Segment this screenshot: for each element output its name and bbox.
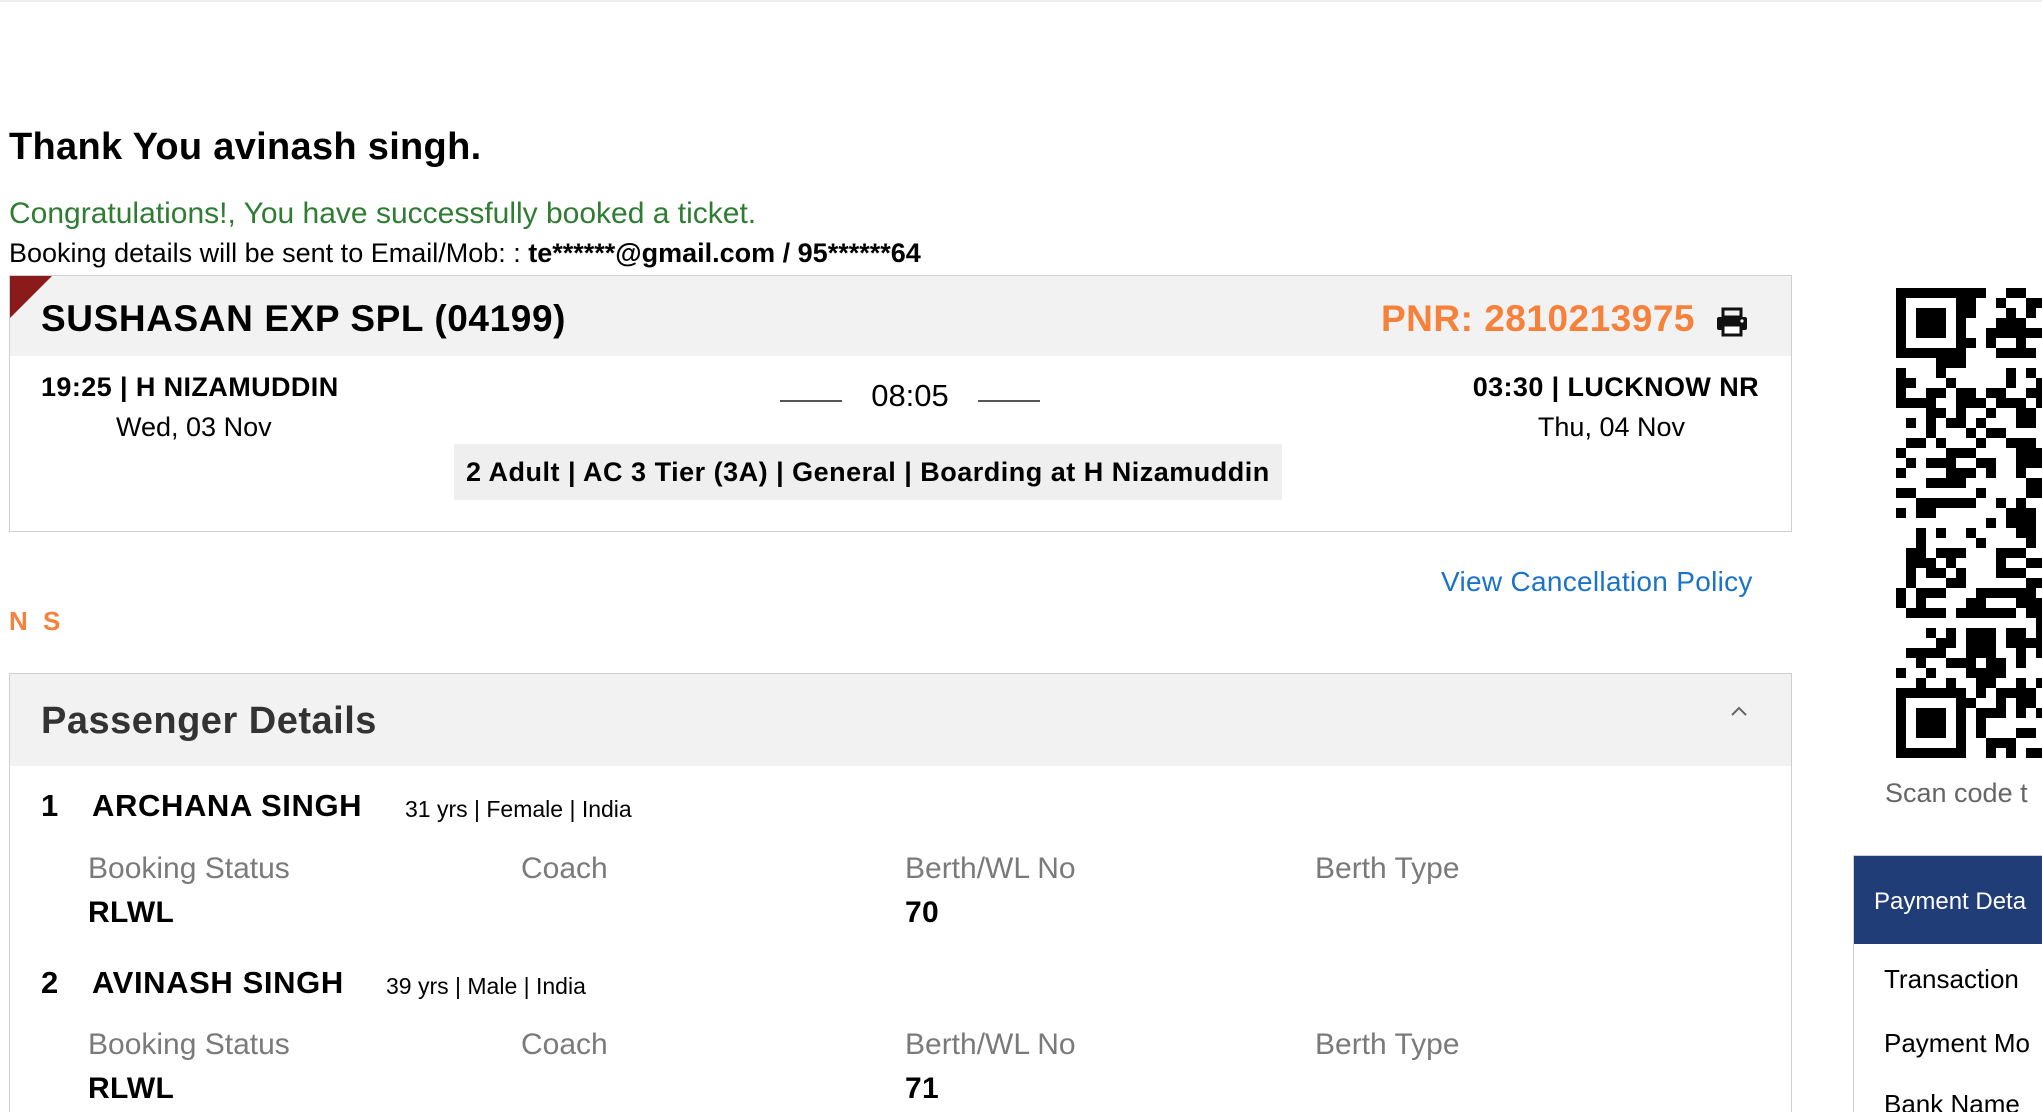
qr-caption: Scan code t bbox=[1885, 778, 2028, 808]
train-name: SUSHASAN EXP SPL (04199) bbox=[41, 298, 567, 339]
ns-label: N S bbox=[9, 606, 65, 636]
greeting-heading: Thank You avinash singh. bbox=[9, 126, 482, 168]
journey-duration: 08:05 bbox=[780, 378, 1040, 418]
journey-card: SUSHASAN EXP SPL (04199) PNR: 2810213975… bbox=[9, 275, 1792, 532]
passenger-details-card: Passenger Details 1 ARCHANA SINGH 31 yrs… bbox=[9, 673, 1792, 1112]
booking-status-label: Booking Status bbox=[88, 852, 290, 885]
payment-row-mode: Payment Mo bbox=[1884, 1028, 2030, 1058]
contact-prefix: Booking details will be sent to Email/Mo… bbox=[9, 238, 529, 268]
berth-wl-value: 70 bbox=[905, 896, 939, 929]
booking-status-value: RLWL bbox=[88, 896, 175, 929]
passenger-name: ARCHANA SINGH bbox=[92, 788, 363, 823]
passenger-name: AVINASH SINGH bbox=[92, 965, 344, 1000]
berth-wl-value: 71 bbox=[905, 1072, 939, 1105]
berth-type-label: Berth Type bbox=[1315, 1028, 1460, 1061]
passenger-meta: 39 yrs | Male | India bbox=[386, 973, 586, 999]
success-message: Congratulations!, You have successfully … bbox=[9, 197, 757, 230]
print-icon[interactable] bbox=[1715, 306, 1749, 338]
arrival-time: 03:30 | LUCKNOW NR bbox=[1472, 372, 1759, 402]
pnr-number: PNR: 2810213975 bbox=[1381, 298, 1695, 339]
passenger-number: 1 bbox=[41, 788, 59, 823]
payment-row-transaction: Transaction bbox=[1884, 964, 2019, 994]
chevron-up-icon[interactable] bbox=[1729, 704, 1749, 718]
qr-code-icon bbox=[1896, 288, 2042, 758]
berth-type-label: Berth Type bbox=[1315, 852, 1460, 885]
departure-time: 19:25 | H NIZAMUDDIN bbox=[41, 372, 339, 402]
passenger-number: 2 bbox=[41, 965, 59, 1000]
passenger-details-title: Passenger Details bbox=[41, 700, 377, 742]
coach-label: Coach bbox=[521, 1028, 608, 1061]
journey-header: SUSHASAN EXP SPL (04199) PNR: 2810213975 bbox=[10, 276, 1791, 356]
top-divider bbox=[0, 0, 2042, 2]
contact-value: te******@gmail.com / 95******64 bbox=[528, 238, 921, 268]
berth-wl-label: Berth/WL No bbox=[905, 1028, 1076, 1061]
booking-status-label: Booking Status bbox=[88, 1028, 290, 1061]
journey-summary: 2 Adult | AC 3 Tier (3A) | General | Boa… bbox=[454, 444, 1282, 500]
coach-label: Coach bbox=[521, 852, 608, 885]
duration-line-right bbox=[978, 400, 1040, 402]
booking-status-value: RLWL bbox=[88, 1072, 175, 1105]
payment-details-title: Payment Deta bbox=[1874, 888, 2027, 915]
view-cancellation-policy-link[interactable]: View Cancellation Policy bbox=[1441, 566, 1753, 598]
contact-info: Booking details will be sent to Email/Mo… bbox=[9, 238, 921, 269]
duration-value: 08:05 bbox=[871, 378, 949, 413]
passenger-details-header[interactable]: Passenger Details bbox=[10, 674, 1791, 766]
arrival-date: Thu, 04 Nov bbox=[1537, 412, 1685, 442]
payment-details-header: Payment Deta bbox=[1854, 856, 2042, 944]
payment-details-card: Payment Deta Transaction Payment Mo Bank… bbox=[1853, 855, 2042, 1112]
payment-row-bank: Bank Name bbox=[1884, 1089, 2020, 1112]
departure-date: Wed, 03 Nov bbox=[116, 412, 272, 442]
berth-wl-label: Berth/WL No bbox=[905, 852, 1076, 885]
passenger-meta: 31 yrs | Female | India bbox=[405, 796, 632, 822]
